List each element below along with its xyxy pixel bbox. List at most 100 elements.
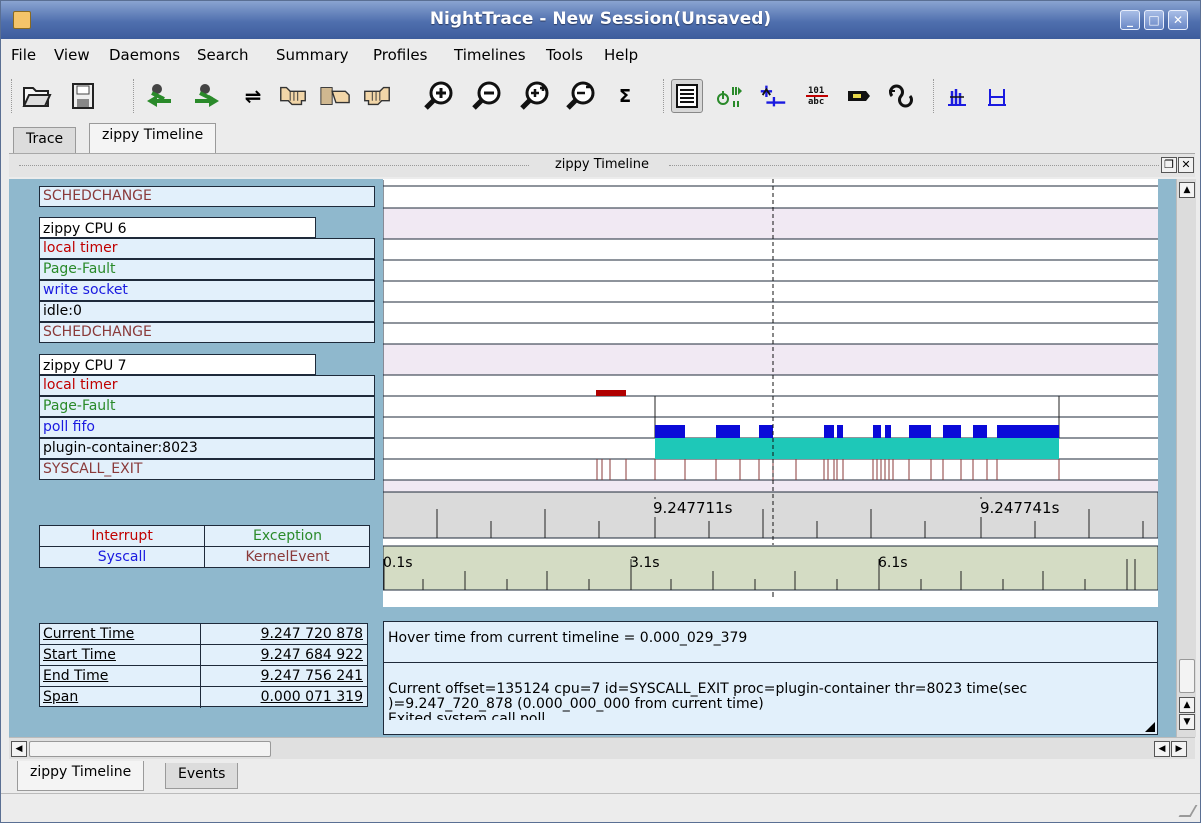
toolbar: ⇌ Σ 101 abc xyxy=(1,71,1200,123)
list-view-icon[interactable] xyxy=(671,79,703,113)
svg-text:101: 101 xyxy=(808,86,824,96)
row-label-cpu7-page-fault[interactable]: Page-Fault xyxy=(39,396,375,417)
row-label-cpu6-write-socket[interactable]: write socket xyxy=(39,280,375,301)
bottom-tab-bar: zippy Timeline Events xyxy=(1,761,1200,791)
window-title: NightTrace - New Session(Unsaved) xyxy=(429,9,772,29)
toolbar-grip[interactable] xyxy=(933,79,937,113)
play-pause-icon[interactable] xyxy=(713,79,745,113)
hand-right-icon[interactable] xyxy=(361,79,393,113)
toolbar-grip[interactable] xyxy=(663,79,667,113)
row-label-cpu7-syscall-exit[interactable]: SYSCALL_EXIT xyxy=(39,459,375,480)
resize-corner-icon[interactable] xyxy=(1145,722,1155,732)
hand-book-icon[interactable] xyxy=(319,79,351,113)
legend-kernel-event: KernelEvent xyxy=(245,549,330,565)
current-time-value: 9.247 720 878 xyxy=(260,626,363,642)
cpu7-header[interactable]: zippy CPU 7 xyxy=(39,354,316,375)
scroll-left-icon[interactable]: ◀ xyxy=(11,741,27,757)
menu-help[interactable]: Help xyxy=(604,46,638,64)
legend-interrupt: Interrupt xyxy=(40,526,205,547)
end-time-value: 9.247 756 241 xyxy=(260,668,363,684)
hand-left-icon[interactable] xyxy=(277,79,309,113)
scroll-left-right-icon[interactable]: ◀ xyxy=(1154,741,1170,757)
tab-trace[interactable]: Trace xyxy=(13,127,77,153)
scroll-up-icon[interactable]: ▲ xyxy=(1179,182,1195,198)
goto-next-icon[interactable] xyxy=(191,79,223,113)
tab-zippy-timeline[interactable]: zippy Timeline xyxy=(89,123,217,153)
process-run-bar[interactable] xyxy=(655,438,1059,459)
menu-view[interactable]: View xyxy=(54,46,90,64)
cpu6-header[interactable]: zippy CPU 6 xyxy=(39,217,316,238)
bar-chart-icon[interactable] xyxy=(941,79,973,113)
menu-daemons[interactable]: Daemons xyxy=(109,46,180,64)
scroll-down-icon[interactable]: ▼ xyxy=(1179,714,1195,730)
zoom-in-plus-icon[interactable] xyxy=(519,79,551,113)
save-icon[interactable] xyxy=(67,79,99,113)
hover-info-separator xyxy=(384,662,1157,663)
row-label-cpu6-local-timer[interactable]: local timer xyxy=(39,238,375,259)
minimize-button[interactable]: _ xyxy=(1120,10,1140,30)
event-detail-text: Current offset=135124 cpu=7 id=SYSCALL_E… xyxy=(388,682,1153,721)
overview-tick-label-2: 6.1s xyxy=(878,555,908,571)
menu-profiles[interactable]: Profiles xyxy=(373,46,427,64)
loop-icon[interactable] xyxy=(885,79,917,113)
tag-icon[interactable] xyxy=(843,79,875,113)
text-ruler-icon[interactable]: 101 abc xyxy=(801,79,833,113)
tab-events[interactable]: Events xyxy=(165,763,239,789)
zoom-out-minus-icon[interactable] xyxy=(565,79,597,113)
top-tab-bar: Trace zippy Timeline xyxy=(1,123,1200,153)
event-detail-line-2: )=9.247_720_878 (0.000_000_000 from curr… xyxy=(388,696,764,712)
row-label-cpu6-page-fault[interactable]: Page-Fault xyxy=(39,259,375,280)
scroll-up-lower-icon[interactable]: ▲ xyxy=(1179,697,1195,713)
menu-timelines[interactable]: Timelines xyxy=(454,46,526,64)
dock-float-button[interactable]: ❐ xyxy=(1161,157,1177,173)
event-marker-icon[interactable] xyxy=(757,79,789,113)
menu-search[interactable]: Search xyxy=(197,46,249,64)
local-timer-event[interactable] xyxy=(596,390,626,396)
open-icon[interactable] xyxy=(21,79,53,113)
toolbar-grip[interactable] xyxy=(11,79,15,113)
span-label: Span xyxy=(43,689,79,705)
zoom-in-icon[interactable] xyxy=(423,79,455,113)
horizontal-scroll-thumb[interactable] xyxy=(29,741,271,757)
start-time-value: 9.247 684 922 xyxy=(260,647,363,663)
app-window: NightTrace - New Session(Unsaved) _ □ ✕ … xyxy=(0,0,1201,823)
overview-tick-label-0: 0.1s xyxy=(383,555,413,571)
menu-bar: File View Daemons Search Summary Profile… xyxy=(1,39,1200,71)
row-label-cpu5-schedchange[interactable]: SCHEDCHANGE xyxy=(39,186,375,207)
zoom-out-icon[interactable] xyxy=(471,79,503,113)
timeline-plot[interactable]: 9.247711s 9.247741s 0.1s 3.1s 6.1s xyxy=(382,179,1159,607)
row-label-cpu6-idle[interactable]: idle:0 xyxy=(39,301,375,322)
timeline-panel: SCHEDCHANGE zippy CPU 6 local timer Page… xyxy=(9,179,1176,737)
span-value: 0.000 071 319 xyxy=(260,689,363,705)
scroll-right-icon[interactable]: ▶ xyxy=(1171,741,1187,757)
toolbar-grip[interactable] xyxy=(133,79,137,113)
size-grip-icon[interactable] xyxy=(1178,805,1198,817)
timeline-graph[interactable] xyxy=(382,179,1159,607)
end-time-row: End Time 9.247 756 241 xyxy=(40,666,367,687)
swap-icon[interactable]: ⇌ xyxy=(237,79,269,113)
row-label-cpu7-process[interactable]: plugin-container:8023 xyxy=(39,438,375,459)
row-label-cpu6-schedchange[interactable]: SCHEDCHANGE xyxy=(39,322,375,343)
overview-tick-label-1: 3.1s xyxy=(630,555,660,571)
menu-tools[interactable]: Tools xyxy=(546,46,583,64)
tab-bottom-zippy-timeline[interactable]: zippy Timeline xyxy=(17,761,145,791)
menu-file[interactable]: File xyxy=(11,46,36,64)
maximize-button[interactable]: □ xyxy=(1144,10,1164,30)
hover-info-box[interactable]: Hover time from current timeline = 0.000… xyxy=(383,621,1158,735)
dock-grip-right[interactable] xyxy=(669,165,1159,168)
sigma-icon[interactable]: Σ xyxy=(609,79,641,113)
horizontal-scrollbar[interactable]: ◀ ◀ ▶ xyxy=(9,737,1195,759)
goto-prev-icon[interactable] xyxy=(143,79,175,113)
event-legend: Interrupt Exception Syscall KernelEvent xyxy=(39,525,370,568)
row-label-cpu7-poll-fifo[interactable]: poll fifo xyxy=(39,417,375,438)
vertical-scroll-thumb[interactable] xyxy=(1179,659,1195,693)
legend-exception: Exception xyxy=(205,526,370,547)
menu-summary[interactable]: Summary xyxy=(276,46,349,64)
svg-text:abc: abc xyxy=(808,97,824,107)
dock-close-button[interactable]: ✕ xyxy=(1178,157,1194,173)
h-ruler-icon[interactable] xyxy=(981,79,1013,113)
event-detail-line-3: Exited system call poll xyxy=(388,712,546,720)
close-button[interactable]: ✕ xyxy=(1168,10,1188,30)
row-label-cpu7-local-timer[interactable]: local timer xyxy=(39,375,375,396)
vertical-scrollbar[interactable]: ▲ ▲ ▼ xyxy=(1176,179,1196,737)
